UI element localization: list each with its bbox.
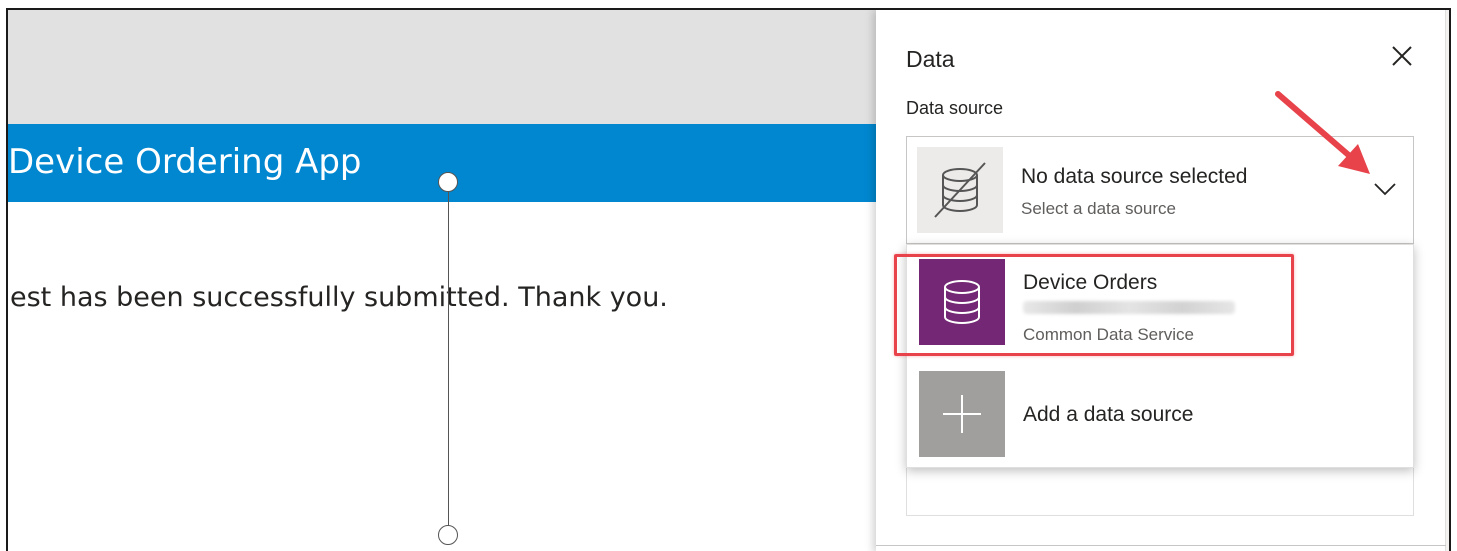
close-icon <box>1392 46 1412 66</box>
data-source-dropdown-list: Device Orders Common Data Service Add a … <box>906 244 1414 468</box>
screenshot-frame: Device Ordering App est has been success… <box>6 8 1451 551</box>
selector-icon-box <box>917 147 1003 233</box>
database-icon-tile <box>919 259 1005 345</box>
dropdown-item-source: Common Data Service <box>1023 325 1195 344</box>
selection-line <box>448 184 449 538</box>
selection-handle-top[interactable] <box>438 172 458 192</box>
app-title[interactable]: Device Ordering App <box>8 142 362 182</box>
panel-scroll-strip <box>1445 10 1449 551</box>
selector-title: No data source selected <box>1021 165 1248 188</box>
success-message[interactable]: est has been successfully submitted. Tha… <box>10 282 668 313</box>
data-source-dropdown[interactable]: No data source selected Select a data so… <box>906 136 1414 244</box>
selector-subtitle: Select a data source <box>1021 199 1176 218</box>
dropdown-item-name: Add a data source <box>1023 403 1194 426</box>
canvas-top-bar <box>8 10 878 124</box>
dropdown-item-add-data-source[interactable]: Add a data source <box>907 365 1415 459</box>
plus-icon-tile <box>919 371 1005 457</box>
panel-bottom-divider <box>876 545 1446 546</box>
selection-handle-bottom[interactable] <box>438 525 458 545</box>
data-panel: Data Data source No data source selected… <box>876 10 1449 551</box>
database-icon <box>944 280 980 324</box>
chevron-down-icon[interactable] <box>1373 181 1397 197</box>
plus-icon <box>943 395 981 433</box>
data-source-label: Data source <box>906 98 1004 118</box>
blurred-environment-text <box>1023 301 1235 314</box>
dropdown-item-device-orders[interactable]: Device Orders Common Data Service <box>907 251 1415 345</box>
dropdown-item-name: Device Orders <box>1023 271 1158 294</box>
close-button[interactable] <box>1388 42 1416 70</box>
panel-title: Data <box>906 46 955 72</box>
database-disconnected-icon <box>934 162 986 218</box>
app-canvas: Device Ordering App est has been success… <box>8 10 878 551</box>
